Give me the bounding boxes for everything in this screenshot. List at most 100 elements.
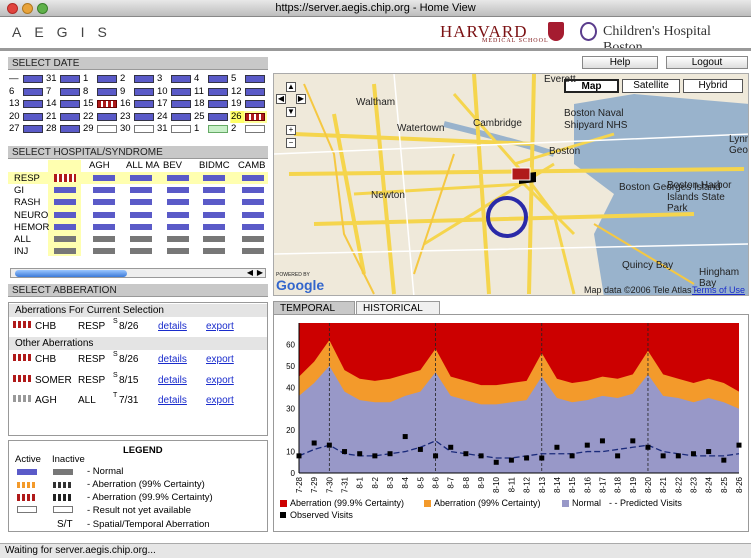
hospital-syndrome-cell[interactable] xyxy=(93,187,115,194)
hospital-syndrome-cell[interactable] xyxy=(130,211,152,218)
hospital-syndrome-cell[interactable] xyxy=(203,211,225,218)
aberration-row[interactable]: CHB RESP S 8/26 details export xyxy=(9,350,267,368)
hospital-syndrome-cell[interactable] xyxy=(242,223,264,230)
date-cell[interactable]: 23 xyxy=(119,110,156,123)
hospital-syndrome-cell[interactable] xyxy=(203,187,225,194)
date-cell[interactable]: 2 xyxy=(119,73,156,85)
hospital-syndrome-cell[interactable] xyxy=(242,175,264,181)
aberration-row[interactable]: SOMER RESP S 8/15 details export xyxy=(9,371,267,389)
hospital-grid-scrollbar[interactable]: ◀ ▶ xyxy=(10,268,266,278)
hospital-column-header[interactable]: AGH xyxy=(89,160,110,171)
close-window-button[interactable] xyxy=(7,3,18,14)
date-cell[interactable]: 25 xyxy=(193,110,230,123)
date-cell[interactable]: 1 xyxy=(193,123,230,135)
hospital-syndrome-row[interactable]: ALL xyxy=(8,233,268,245)
hospital-syndrome-cell[interactable] xyxy=(93,236,115,242)
date-cell[interactable]: 19 xyxy=(230,98,267,110)
hospital-syndrome-cell[interactable] xyxy=(242,211,264,218)
date-cell[interactable]: 10 xyxy=(156,85,193,98)
hospital-syndrome-cell[interactable] xyxy=(167,236,189,242)
pan-right-icon[interactable]: ▶ xyxy=(296,94,306,104)
map-terms-link[interactable]: Terms of Use xyxy=(692,285,745,295)
hospital-syndrome-cell[interactable] xyxy=(54,236,76,242)
hospital-syndrome-cell[interactable] xyxy=(242,236,264,242)
hospital-syndrome-cell[interactable] xyxy=(167,211,189,218)
hospital-syndrome-cell[interactable] xyxy=(203,236,225,242)
hospital-syndrome-cell[interactable] xyxy=(93,223,115,230)
hospital-syndrome-cell[interactable] xyxy=(167,175,189,181)
pan-left-icon[interactable]: ◀ xyxy=(276,94,286,104)
hospital-syndrome-cell[interactable] xyxy=(167,199,189,206)
hospital-syndrome-row[interactable]: HEMOR xyxy=(8,221,268,233)
date-cell[interactable]: 27 xyxy=(8,123,45,135)
hospital-syndrome-cell[interactable] xyxy=(167,248,189,255)
date-cell[interactable]: — xyxy=(8,73,45,85)
date-cell[interactable]: 4 xyxy=(193,73,230,85)
zoom-out-icon[interactable]: − xyxy=(286,138,296,148)
hospital-syndrome-cell[interactable] xyxy=(130,248,152,255)
hospital-syndrome-row[interactable]: INJ xyxy=(8,245,268,257)
hospital-syndrome-cell[interactable] xyxy=(130,199,152,206)
hospital-syndrome-cell[interactable] xyxy=(203,199,225,206)
date-cell[interactable]: 20 xyxy=(8,110,45,123)
logout-button[interactable]: Logout xyxy=(666,56,748,69)
hospital-syndrome-cell[interactable] xyxy=(242,187,264,194)
date-cell[interactable]: 28 xyxy=(45,123,82,135)
hospital-column-header[interactable]: BEV xyxy=(163,160,182,171)
aberration-details-link[interactable]: details xyxy=(158,321,187,332)
aberration-details-link[interactable]: details xyxy=(158,395,187,406)
hospital-column-header[interactable]: CAMB xyxy=(238,160,265,171)
maximize-window-button[interactable] xyxy=(37,3,48,14)
hospital-syndrome-cell[interactable] xyxy=(54,187,76,194)
date-cell[interactable]: 7 xyxy=(45,85,82,98)
hospital-syndrome-cell[interactable] xyxy=(54,211,76,218)
hospital-syndrome-row[interactable]: RESP xyxy=(8,172,268,184)
date-cell[interactable]: 3 xyxy=(156,73,193,85)
hospital-syndrome-cell[interactable] xyxy=(203,175,225,181)
hospital-syndrome-row[interactable]: NEURO xyxy=(8,209,268,221)
zoom-in-icon[interactable]: + xyxy=(286,125,296,135)
hospital-syndrome-cell[interactable] xyxy=(93,175,115,181)
date-cell[interactable]: 15 xyxy=(82,98,119,110)
map-panel[interactable]: Map Satellite Hybrid ▲ ◀ ▶ ▼ + − Everett… xyxy=(273,73,749,296)
hospital-syndrome-cell[interactable] xyxy=(130,175,152,181)
aberration-details-link[interactable]: details xyxy=(158,375,187,386)
tab-historical[interactable]: HISTORICAL xyxy=(356,301,440,314)
date-cell[interactable]: 18 xyxy=(193,98,230,110)
date-cell[interactable]: 1 xyxy=(82,73,119,85)
date-cell[interactable]: 21 xyxy=(45,110,82,123)
hospital-syndrome-cell[interactable] xyxy=(130,223,152,230)
date-cell[interactable]: 16 xyxy=(119,98,156,110)
hospital-syndrome-cell[interactable] xyxy=(130,236,152,242)
hospital-syndrome-cell[interactable] xyxy=(54,248,76,255)
minimize-window-button[interactable] xyxy=(22,3,33,14)
hospital-syndrome-cell[interactable] xyxy=(93,199,115,206)
hospital-syndrome-cell[interactable] xyxy=(242,199,264,206)
aberration-export-link[interactable]: export xyxy=(206,354,234,365)
aberration-export-link[interactable]: export xyxy=(206,321,234,332)
date-cell[interactable]: 24 xyxy=(156,110,193,123)
hospital-column-header[interactable]: ALL MA xyxy=(126,160,159,171)
date-cell[interactable]: 9 xyxy=(119,85,156,98)
hospital-syndrome-cell[interactable] xyxy=(54,174,76,182)
hospital-syndrome-cell[interactable] xyxy=(167,187,189,194)
tab-temporal[interactable]: TEMPORAL xyxy=(273,301,355,314)
hospital-syndrome-cell[interactable] xyxy=(93,248,115,255)
date-cell[interactable]: 8 xyxy=(82,85,119,98)
hospital-syndrome-cell[interactable] xyxy=(54,199,76,206)
scroll-right-arrow-icon[interactable]: ▶ xyxy=(257,268,263,277)
aberration-details-link[interactable]: details xyxy=(158,354,187,365)
scroll-left-arrow-icon[interactable]: ◀ xyxy=(247,268,253,277)
date-cell[interactable]: 31 xyxy=(156,123,193,135)
hospital-syndrome-row[interactable]: RASH xyxy=(8,196,268,208)
pan-up-icon[interactable]: ▲ xyxy=(286,82,296,92)
date-cell[interactable]: 2 xyxy=(230,123,267,135)
hospital-syndrome-cell[interactable] xyxy=(93,211,115,218)
hospital-column-header[interactable]: BIDMC xyxy=(199,160,230,171)
date-cell[interactable]: 26 xyxy=(230,110,267,123)
date-cell[interactable]: 29 xyxy=(82,123,119,135)
hospital-syndrome-cell[interactable] xyxy=(167,223,189,230)
hospital-syndrome-cell[interactable] xyxy=(242,248,264,255)
aberration-export-link[interactable]: export xyxy=(206,375,234,386)
date-cell[interactable]: 14 xyxy=(45,98,82,110)
